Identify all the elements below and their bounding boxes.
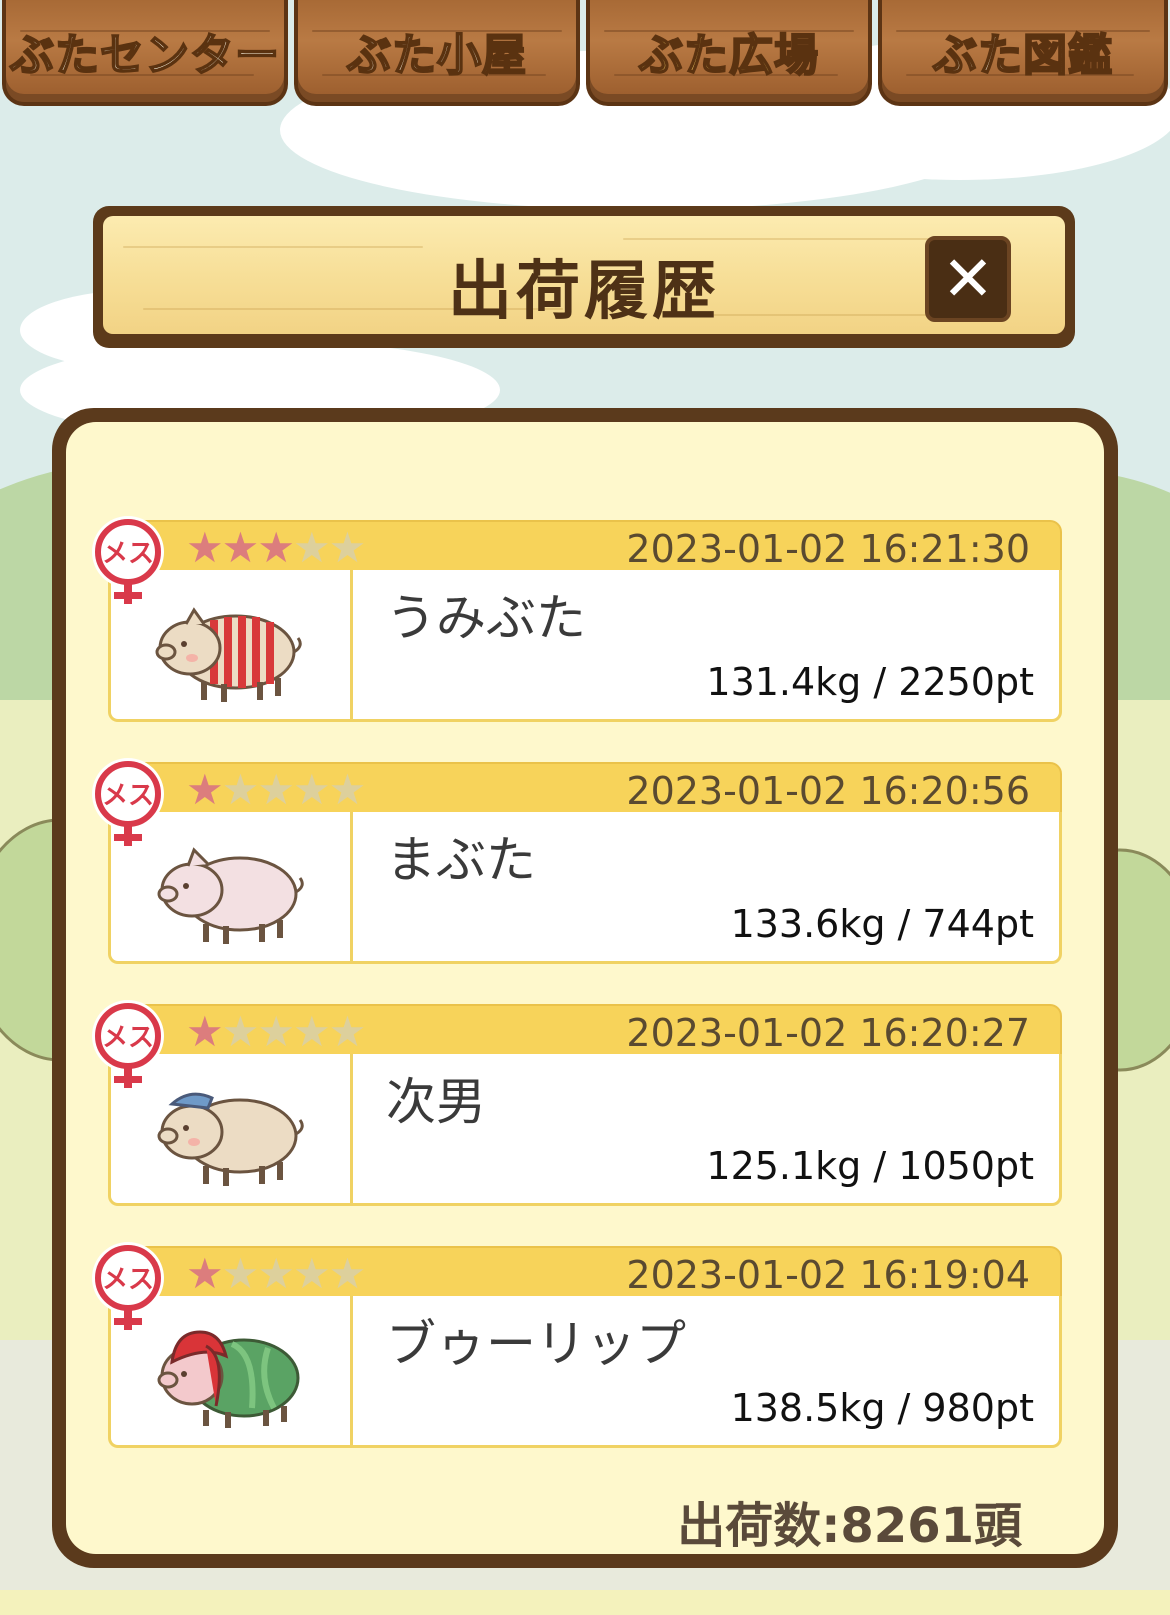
star-empty-icon: ★ — [328, 1249, 367, 1298]
star-empty-icon: ★ — [292, 765, 331, 814]
tab-label: ぶたセンター — [9, 29, 280, 82]
entry-header: ★★★★★ 2023-01-02 16:20:27 — [108, 1004, 1062, 1056]
shipment-date: 2023-01-02 16:21:30 — [626, 527, 1030, 571]
star-rating: ★★★★★ — [186, 1007, 367, 1056]
close-icon: ✕ — [942, 242, 994, 315]
star-empty-icon: ★ — [221, 765, 260, 814]
banner-wood: 出荷履歴 — [103, 216, 1065, 334]
tab-label: ぶた小屋 — [346, 29, 527, 82]
female-badge-icon: メス — [92, 516, 164, 604]
divider — [350, 1054, 353, 1204]
weight-points: 131.4kg / 2250pt — [706, 660, 1034, 704]
svg-text:メス: メス — [102, 781, 154, 811]
star-empty-icon: ★ — [292, 1007, 331, 1056]
entry-header: ★★★★★ 2023-01-02 16:20:56 — [108, 762, 1062, 814]
tab-label: ぶた図鑑 — [932, 29, 1113, 82]
star-filled-icon: ★ — [221, 523, 260, 572]
star-rating: ★★★★★ — [186, 523, 367, 572]
female-badge-icon: メス — [92, 1242, 164, 1330]
star-filled-icon: ★ — [186, 1007, 224, 1056]
star-empty-icon: ★ — [221, 1007, 260, 1056]
pig-name: うみぶた — [386, 589, 586, 647]
tab-bar: ぶたセンター ぶた小屋 ぶた広場 ぶた図鑑 — [0, 0, 1170, 112]
star-empty-icon: ★ — [257, 1249, 295, 1298]
star-empty-icon: ★ — [221, 1249, 260, 1298]
star-empty-icon: ★ — [328, 1007, 367, 1056]
tab-buta-zukan[interactable]: ぶた図鑑 — [878, 0, 1168, 106]
star-empty-icon: ★ — [257, 1007, 295, 1056]
history-entry[interactable]: ★★★★★ 2023-01-02 16:20:56 まぶた 133.6kg / … — [92, 758, 1062, 964]
tulip-pig-icon — [157, 1330, 300, 1428]
tab-buta-hiroba[interactable]: ぶた広場 — [586, 0, 872, 106]
dialog-title: 出荷履歴 — [448, 255, 720, 329]
entry-header: ★★★★★ 2023-01-02 16:21:30 — [108, 520, 1062, 572]
star-filled-icon: ★ — [186, 523, 224, 572]
svg-text:メス: メス — [102, 1023, 154, 1053]
star-rating: ★★★★★ — [186, 1249, 367, 1298]
pig-name: ブゥーリップ — [386, 1315, 686, 1373]
pig-name: 次男 — [386, 1073, 486, 1131]
star-empty-icon: ★ — [292, 523, 331, 572]
star-empty-icon: ★ — [328, 765, 367, 814]
female-badge-icon: メス — [92, 758, 164, 846]
svg-text:メス: メス — [102, 1265, 154, 1295]
pink-pig-icon — [157, 847, 304, 944]
shipment-date: 2023-01-02 16:20:27 — [626, 1011, 1030, 1055]
star-filled-icon: ★ — [186, 1249, 224, 1298]
star-empty-icon: ★ — [292, 1249, 331, 1298]
history-entry[interactable]: ★★★★★ 2023-01-02 16:19:04 ブゥーリップ 138.5kg… — [92, 1242, 1062, 1448]
star-empty-icon: ★ — [257, 765, 295, 814]
capped-pig-icon — [157, 1092, 304, 1186]
divider — [350, 812, 353, 962]
shipment-date: 2023-01-02 16:20:56 — [626, 769, 1030, 813]
tab-buta-koya[interactable]: ぶた小屋 — [294, 0, 580, 106]
entry-header: ★★★★★ 2023-01-02 16:19:04 — [108, 1246, 1062, 1298]
tab-label: ぶた広場 — [638, 29, 819, 82]
divider — [350, 570, 353, 720]
weight-points: 133.6kg / 744pt — [730, 902, 1034, 946]
striped-pig-icon — [155, 607, 302, 702]
star-filled-icon: ★ — [186, 765, 224, 814]
weight-points: 125.1kg / 1050pt — [706, 1144, 1034, 1188]
star-rating: ★★★★★ — [186, 765, 367, 814]
svg-text:メス: メス — [102, 539, 154, 569]
shipment-date: 2023-01-02 16:19:04 — [626, 1253, 1030, 1297]
history-entry[interactable]: ★★★★★ 2023-01-02 16:20:27 次男 125.1kg / 1… — [92, 1000, 1062, 1206]
female-badge-icon: メス — [92, 1000, 164, 1088]
weight-points: 138.5kg / 980pt — [730, 1386, 1034, 1430]
star-empty-icon: ★ — [328, 523, 367, 572]
shipment-total: 出荷数:8261頭 — [677, 1498, 1022, 1554]
divider — [350, 1296, 353, 1446]
tab-buta-center[interactable]: ぶたセンター — [2, 0, 288, 106]
history-entry[interactable]: ★★★★★ 2023-01-02 16:21:30 うみぶた 131.4kg /… — [92, 516, 1062, 722]
close-button[interactable]: ✕ — [925, 236, 1011, 322]
star-filled-icon: ★ — [257, 523, 295, 572]
pig-name: まぶた — [386, 831, 536, 889]
